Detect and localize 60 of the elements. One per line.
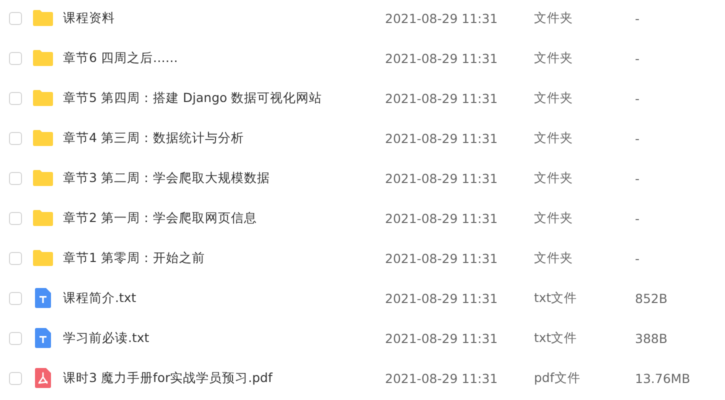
file-name[interactable]: 课程简介.txt [63,290,136,306]
file-name[interactable]: 章节3 第二周：学会爬取大规模数据 [63,170,270,186]
file-size: - [635,90,640,106]
checkbox[interactable] [9,12,22,24]
file-size: - [635,50,640,66]
folder-icon [33,90,53,106]
modified-date: 2021-08-29 11:31 [385,130,498,146]
file-size: - [635,10,640,26]
checkbox[interactable] [9,332,22,344]
file-type: 文件夹 [534,250,573,266]
file-size: - [635,210,640,226]
modified-date: 2021-08-29 11:31 [385,210,498,226]
file-type: 文件夹 [534,170,573,186]
file-type: 文件夹 [534,210,573,226]
file-size: - [635,170,640,186]
checkbox[interactable] [9,92,22,104]
file-size: 852B [635,290,668,306]
file-type: txt文件 [534,290,578,306]
file-name[interactable]: 章节5 第四周：搭建 Django 数据可视化网站 [63,90,322,106]
checkbox[interactable] [9,212,22,224]
text-file-icon [35,328,51,348]
checkbox[interactable] [9,172,22,184]
checkbox[interactable] [9,132,22,144]
pdf-file-icon [35,368,51,388]
checkbox[interactable] [9,292,22,304]
modified-date: 2021-08-29 11:31 [385,250,498,266]
checkbox[interactable] [9,252,22,264]
modified-date: 2021-08-29 11:31 [385,290,498,306]
folder-icon [33,170,53,186]
file-name[interactable]: 章节1 第零周：开始之前 [63,250,205,266]
file-size: - [635,130,640,146]
file-size: 13.76MB [635,370,690,386]
file-name[interactable]: 课程资料 [63,10,115,26]
folder-icon [33,50,53,66]
modified-date: 2021-08-29 11:31 [385,170,498,186]
file-type: 文件夹 [534,50,573,66]
folder-icon [33,250,53,266]
checkbox[interactable] [9,52,22,64]
modified-date: 2021-08-29 11:31 [385,90,498,106]
modified-date: 2021-08-29 11:31 [385,10,498,26]
file-type: 文件夹 [534,10,573,26]
file-size: 388B [635,330,668,346]
file-type: 文件夹 [534,90,573,106]
file-name[interactable]: 学习前必读.txt [63,330,150,346]
modified-date: 2021-08-29 11:31 [385,50,498,66]
file-type: 文件夹 [534,130,573,146]
file-name[interactable]: 章节2 第一周：学会爬取网页信息 [63,210,257,226]
folder-icon [33,130,53,146]
text-file-icon [35,288,51,308]
file-type: pdf文件 [534,370,580,386]
modified-date: 2021-08-29 11:31 [385,370,498,386]
file-name[interactable]: 章节4 第三周：数据统计与分析 [63,130,244,146]
file-type: txt文件 [534,330,578,346]
folder-icon [33,210,53,226]
file-size: - [635,250,640,266]
file-name[interactable]: 课时3 魔力手册for实战学员预习.pdf [63,370,272,386]
modified-date: 2021-08-29 11:31 [385,330,498,346]
file-name[interactable]: 章节6 四周之后…… [63,50,178,66]
checkbox[interactable] [9,372,22,384]
folder-icon [33,10,53,26]
